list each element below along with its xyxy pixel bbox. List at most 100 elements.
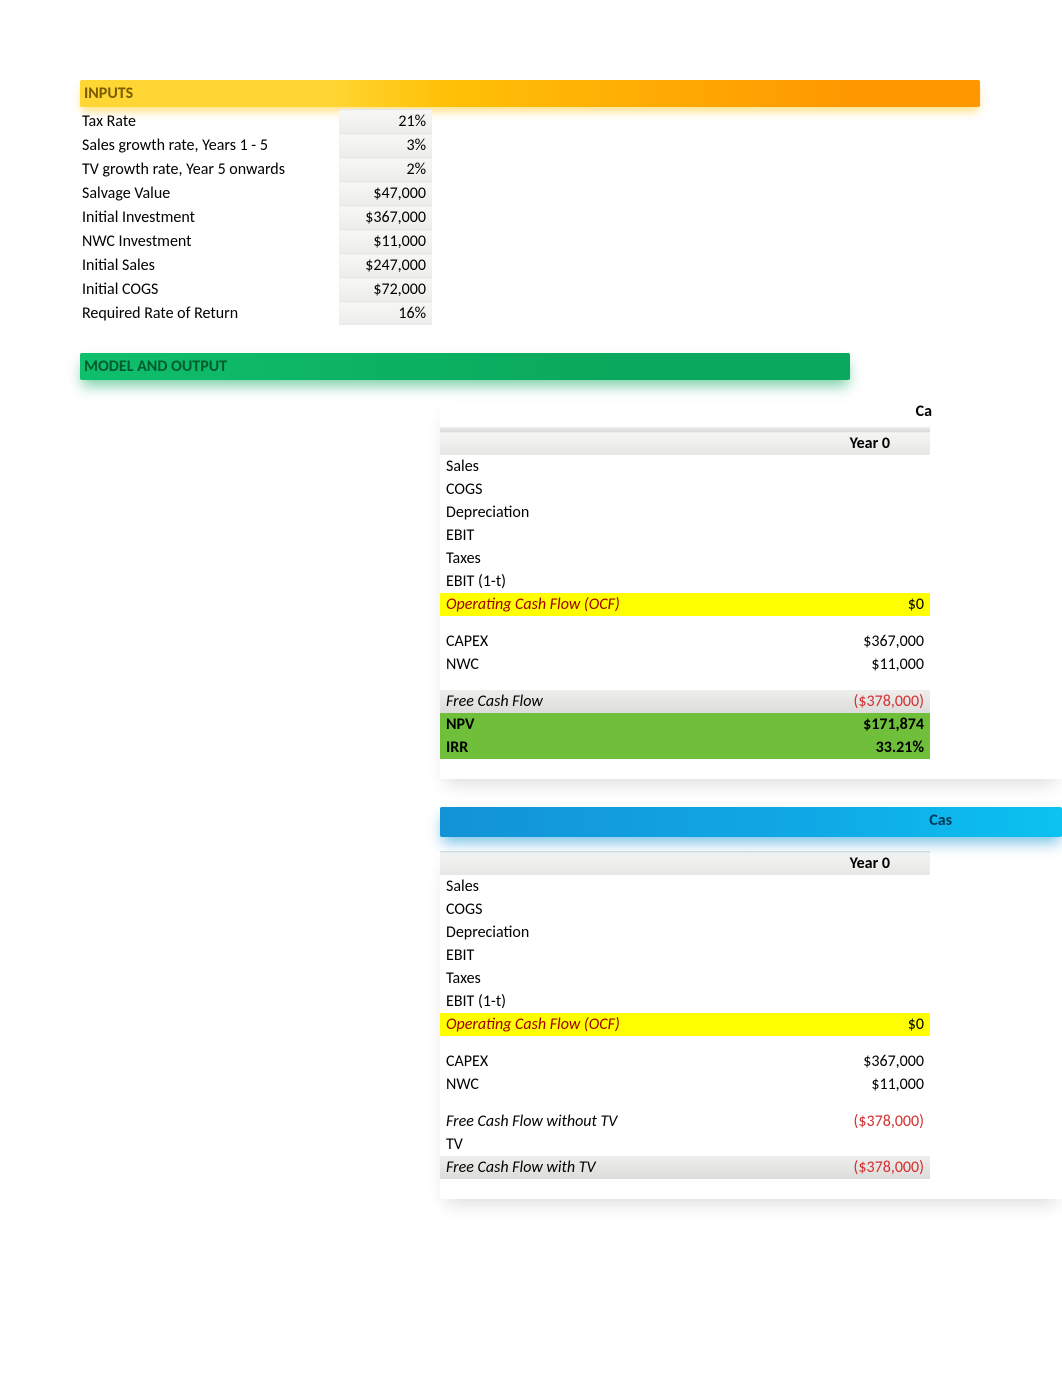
table-row: Taxes [440,967,930,990]
table-row: COGS [440,478,930,501]
row-label: TV [440,1133,750,1156]
npv-row: NPV $171,874 [440,713,930,736]
year-label: Year 0 [750,852,930,876]
row-label: Free Cash Flow without TV [440,1110,750,1133]
row-value: $11,000 [750,653,930,676]
input-value: $247,000 [339,254,432,278]
row-label: CAPEX [440,630,750,653]
row-value: ($378,000) [750,1156,930,1179]
input-value: $11,000 [339,230,432,254]
input-label: Salvage Value [80,182,339,206]
table-row: Depreciation [440,921,930,944]
row-label: NWC [440,1073,750,1096]
row-label: EBIT [440,524,750,547]
table-row: EBIT (1-t) [440,570,930,593]
row-value: ($378,000) [750,690,930,713]
table-row: Initial COGS$72,000 [80,278,432,302]
table-row: NWC$11,000 [440,653,930,676]
row-label: EBIT (1-t) [440,990,750,1013]
row-label: Operating Cash Flow (OCF) [440,1013,750,1036]
row-label: CAPEX [440,1050,750,1073]
input-label: NWC Investment [80,230,339,254]
input-value: $72,000 [339,278,432,302]
table-row: Sales [440,875,930,898]
row-value: $0 [750,1013,930,1036]
row-label: Operating Cash Flow (OCF) [440,593,750,616]
ocf-row: Operating Cash Flow (OCF) $0 [440,1013,930,1036]
table-row: Sales growth rate, Years 1 - 53% [80,134,432,158]
model-table-1: Year 0 Sales COGS Depreciation EBIT Taxe… [440,427,930,759]
input-value: 3% [339,134,432,158]
row-label: Free Cash Flow with TV [440,1156,750,1179]
section-truncated-title: Cas [929,811,952,830]
row-label: NPV [440,713,750,736]
fcf-with-tv-row: Free Cash Flow with TV ($378,000) [440,1156,930,1179]
table-row: COGS [440,898,930,921]
input-value: 21% [339,110,432,134]
table-row: Initial Sales$247,000 [80,254,432,278]
year-header-row: Year 0 [440,852,930,876]
tv-row: TV [440,1133,930,1156]
section-truncated-title: Ca [440,402,1062,421]
ocf-row: Operating Cash Flow (OCF) $0 [440,593,930,616]
row-label: IRR [440,736,750,759]
input-label: TV growth rate, Year 5 onwards [80,158,339,182]
row-value: ($378,000) [750,1110,930,1133]
input-label: Required Rate of Return [80,302,339,326]
row-label: COGS [440,478,750,501]
row-value: $0 [750,593,930,616]
table-row: Salvage Value$47,000 [80,182,432,206]
input-value: 2% [339,158,432,182]
table-row: Taxes [440,547,930,570]
inputs-header-label: INPUTS [84,84,133,103]
row-value: 33.21% [750,736,930,759]
year-header-row: Year 0 [440,432,930,456]
row-value: $11,000 [750,1073,930,1096]
row-label: Depreciation [440,501,750,524]
model-header: MODEL AND OUTPUT [80,353,850,380]
row-label: NWC [440,653,750,676]
row-label: Sales [440,455,750,478]
row-value: $367,000 [750,630,930,653]
spacer-row [440,616,930,630]
table-row: EBIT [440,524,930,547]
table-row: Sales [440,455,930,478]
input-label: Sales growth rate, Years 1 - 5 [80,134,339,158]
inputs-header: INPUTS [80,80,980,107]
row-label: EBIT [440,944,750,967]
table-row: Required Rate of Return16% [80,302,432,326]
table-row: EBIT [440,944,930,967]
model-header-label: MODEL AND OUTPUT [84,357,227,376]
row-value: $367,000 [750,1050,930,1073]
row-label: Free Cash Flow [440,690,750,713]
row-label: Sales [440,875,750,898]
blue-section-bar: Cas [440,807,1062,837]
model-section-1: Ca Year 0 Sales COGS Depreciation EBIT T… [440,402,1062,779]
row-label: Taxes [440,967,750,990]
table-row: Depreciation [440,501,930,524]
row-label: Taxes [440,547,750,570]
row-label: EBIT (1-t) [440,570,750,593]
spacer-row [440,1096,930,1110]
table-row: NWC Investment$11,000 [80,230,432,254]
input-label: Initial Investment [80,206,339,230]
spacer-row [440,676,930,690]
table-row: Tax Rate21% [80,110,432,134]
input-label: Tax Rate [80,110,339,134]
table-row: NWC$11,000 [440,1073,930,1096]
input-value: $367,000 [339,206,432,230]
page: INPUTS Tax Rate21% Sales growth rate, Ye… [0,0,1062,1259]
model-table-2: Year 0 Sales COGS Depreciation EBIT Taxe… [440,851,930,1179]
table-row: Initial Investment$367,000 [80,206,432,230]
input-label: Initial COGS [80,278,339,302]
input-label: Initial Sales [80,254,339,278]
input-value: 16% [339,302,432,326]
row-label: Depreciation [440,921,750,944]
input-value: $47,000 [339,182,432,206]
irr-row: IRR 33.21% [440,736,930,759]
model-section-2: Cas Year 0 Sales COGS Depreciation EBIT … [440,807,1062,1199]
table-row: CAPEX$367,000 [440,630,930,653]
inputs-table: Tax Rate21% Sales growth rate, Years 1 -… [80,109,432,325]
year-label: Year 0 [750,432,930,456]
table-row: TV growth rate, Year 5 onwards2% [80,158,432,182]
